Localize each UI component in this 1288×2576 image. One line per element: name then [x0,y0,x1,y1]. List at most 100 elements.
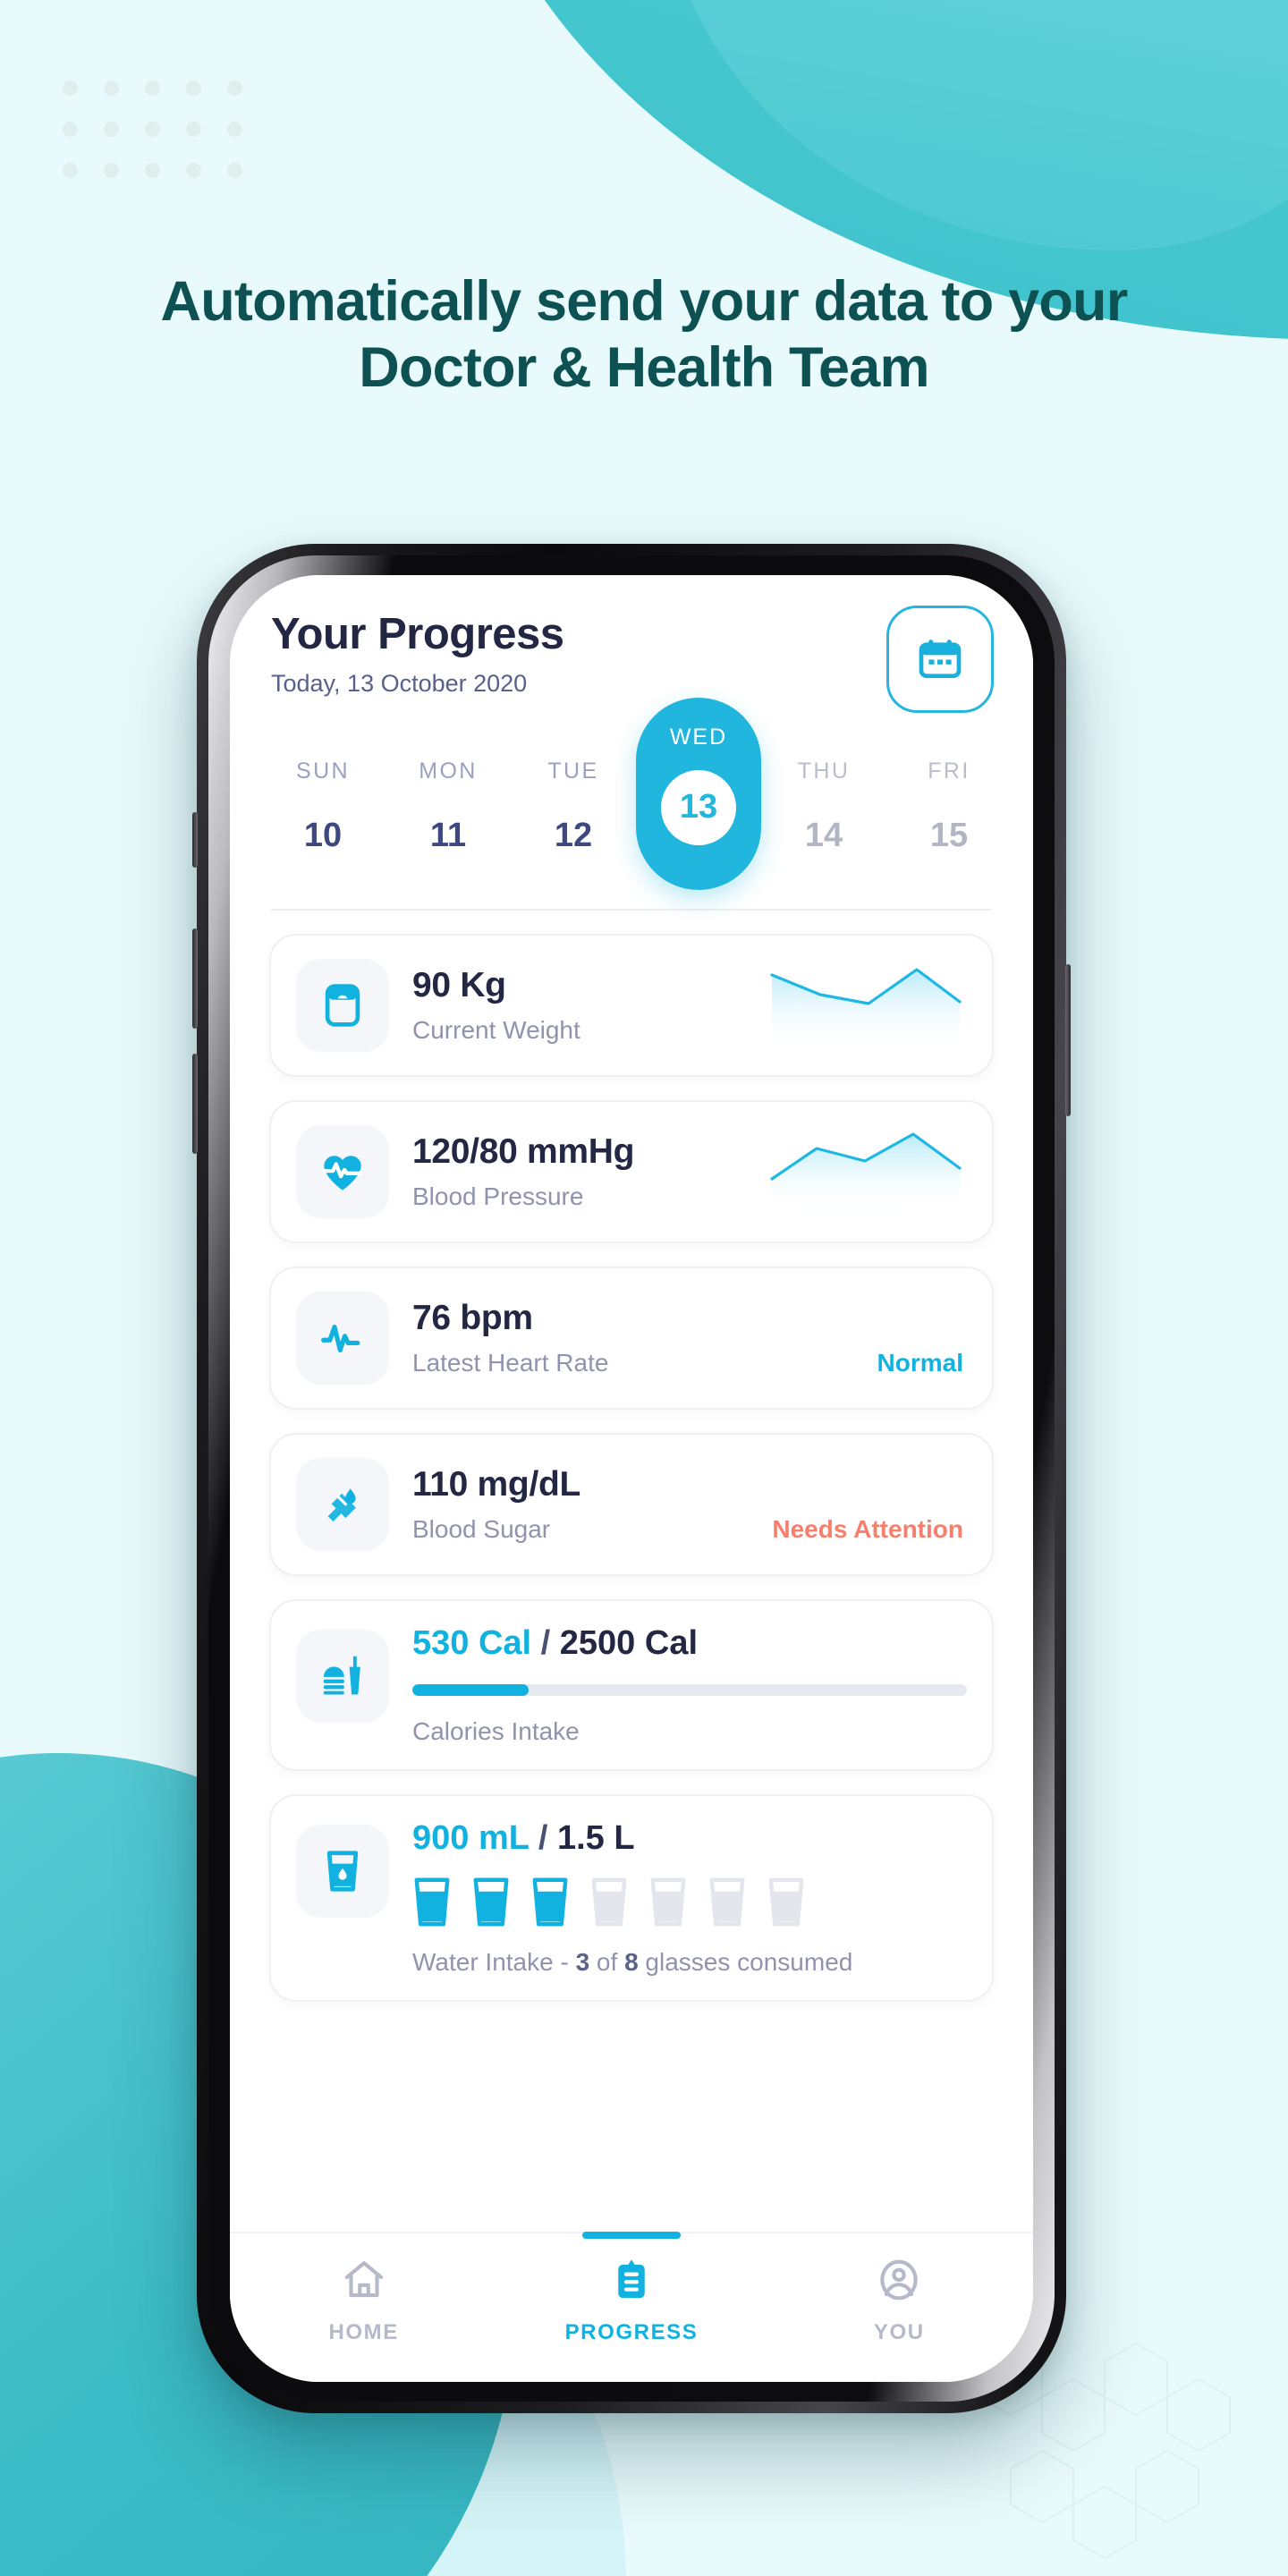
water-goal: 1.5 L [556,1819,635,1857]
date-strip-day-fri[interactable]: FRI 15 [886,758,1012,855]
blood-drop-icon [327,1488,356,1522]
promo-headline: Automatically send your data to your Doc… [0,268,1288,402]
metric-card-water[interactable]: 900 mL / 1.5 L Water Intake - 3 of 8 gla… [269,1794,994,2002]
phone-frame: Your Progress Today, 13 October 2020 SUN… [192,544,1071,2413]
metric-card-heart-rate[interactable]: 76 bpm Latest Heart Rate Normal [269,1267,994,1410]
water-glass-filled-icon[interactable] [471,1877,511,1927]
meal-icon [323,1656,360,1695]
teal-blob-top-right-secondary [662,0,1288,250]
phone-bezel: Your Progress Today, 13 October 2020 SUN… [208,555,1055,2402]
water-glass-filled-icon[interactable] [530,1877,570,1927]
pulse-wave-icon-tile [296,1292,389,1385]
heart-pulse-icon-tile [296,1125,389,1218]
water-glass-empty-icon[interactable] [589,1877,629,1927]
metric-value: 76 bpm [412,1299,533,1337]
date-strip-day-tue[interactable]: TUE 12 [511,758,636,855]
meal-icon-tile [296,1630,389,1723]
day-number: 10 [303,817,343,854]
blood-drop-icon-tile [296,1458,389,1551]
water-current: 900 mL [412,1819,530,1857]
tab-home[interactable]: HOME [230,2257,497,2345]
phone-power-button [1065,964,1071,1116]
day-of-week-label: THU [797,758,851,784]
metrics-list: 90 Kg Current Weight 120/80 mmHg Blood P… [230,911,1033,2232]
calories-current: 530 Cal [412,1624,532,1662]
water-label-total: 8 [624,1948,639,1976]
page-title: Your Progress [271,610,564,658]
calendar-button[interactable] [886,606,994,713]
clipboard-icon [618,2259,645,2299]
metric-text-water: 900 mL / 1.5 L Water Intake - 3 of 8 gla… [389,1819,967,1977]
status-badge-needs-attention: Needs Attention [772,1515,963,1543]
headline-line-2: Doctor & Health Team [359,336,929,400]
tab-you[interactable]: YOU [766,2257,1033,2345]
metric-label: Calories Intake [412,1717,580,1745]
app-header: Your Progress Today, 13 October 2020 [230,575,1033,713]
water-label-count: 3 [575,1948,590,1976]
tab-label: PROGRESS [564,2320,699,2344]
tab-label: YOU [873,2320,925,2344]
metric-label: Current Weight [412,1016,580,1044]
water-glass-icon-tile [296,1825,389,1918]
date-strip[interactable]: SUN 10 MON 11 TUE 12 WED 13 THU 14 FRI 1… [230,697,1033,890]
progress-app: Your Progress Today, 13 October 2020 SUN… [230,575,1033,2382]
water-glass-empty-icon[interactable] [767,1877,806,1927]
date-strip-day-sat[interactable]: S [1012,778,1033,836]
weight-scale-icon [325,984,360,1027]
water-values: 900 mL / 1.5 L [412,1819,967,1858]
phone-screen: Your Progress Today, 13 October 2020 SUN… [230,575,1033,2382]
water-label: Water Intake - 3 of 8 glasses consumed [412,1948,967,1977]
day-of-week-label: WED [669,724,728,750]
water-glass-filled-icon[interactable] [412,1877,452,1927]
phone-mockup: Your Progress Today, 13 October 2020 SUN… [192,544,1091,2431]
headline-line-1: Automatically send your data to your [160,270,1129,333]
water-glass-empty-icon[interactable] [708,1877,747,1927]
calories-separator: / [540,1624,551,1662]
water-glass-empty-icon[interactable] [648,1877,688,1927]
calories-values: 530 Cal / 2500 Cal [412,1624,967,1663]
metric-card-calories[interactable]: 530 Cal / 2500 Cal Calories Intake [269,1599,994,1771]
metric-text-weight: 90 Kg Current Weight [389,966,768,1045]
status-badge-normal: Normal [877,1349,963,1377]
date-strip-day-mon[interactable]: MON 11 [386,758,511,855]
calories-progress-bar [412,1684,967,1696]
phone-mute-switch [192,812,198,868]
tab-progress[interactable]: PROGRESS [497,2257,765,2345]
date-strip-day-wed-selected[interactable]: WED 13 [636,697,761,890]
metric-card-weight[interactable]: 90 Kg Current Weight [269,934,994,1077]
day-of-week-label: SUN [296,758,350,784]
home-icon [344,2261,383,2298]
water-label-mid: of [589,1948,625,1976]
day-of-week-label: MON [419,758,478,784]
metric-text-blood-pressure: 120/80 mmHg Blood Pressure [389,1132,768,1211]
phone-volume-down-button [192,1054,198,1154]
date-strip-day-sun[interactable]: SUN 10 [260,758,386,855]
day-number: 14 [804,817,843,854]
day-number: 13 [679,788,718,826]
day-number: 15 [929,817,969,854]
metric-card-blood-pressure[interactable]: 120/80 mmHg Blood Pressure [269,1100,994,1243]
water-glasses-row[interactable] [412,1877,967,1927]
metric-card-blood-sugar[interactable]: 110 mg/dL Blood Sugar Needs Attention [269,1433,994,1576]
day-number: 12 [554,817,593,854]
tab-label: HOME [328,2320,399,2344]
pulse-wave-icon [321,1325,360,1353]
metric-text-calories: 530 Cal / 2500 Cal Calories Intake [389,1624,967,1746]
water-glass-icon [326,1851,359,1892]
weight-scale-icon-tile [296,959,389,1052]
bottom-tab-bar: HOME PROGRESS YOU [230,2232,1033,2382]
day-of-week-label: FRI [928,758,970,784]
water-label-suffix: glasses consumed [638,1948,853,1976]
water-separator: / [538,1819,548,1857]
metric-value: 90 Kg [412,966,506,1004]
blood-pressure-sparkline-chart [770,1132,962,1215]
day-of-week-label: TUE [547,758,599,784]
phone-volume-up-button [192,928,198,1029]
day-number: 11 [429,817,467,854]
date-strip-day-thu[interactable]: THU 14 [761,758,886,855]
selected-day-circle: 13 [661,769,736,845]
metric-value: 120/80 mmHg [412,1132,635,1171]
dot-grid-pattern [63,80,268,204]
calories-goal: 2500 Cal [559,1624,699,1662]
metric-label: Blood Pressure [412,1182,584,1210]
